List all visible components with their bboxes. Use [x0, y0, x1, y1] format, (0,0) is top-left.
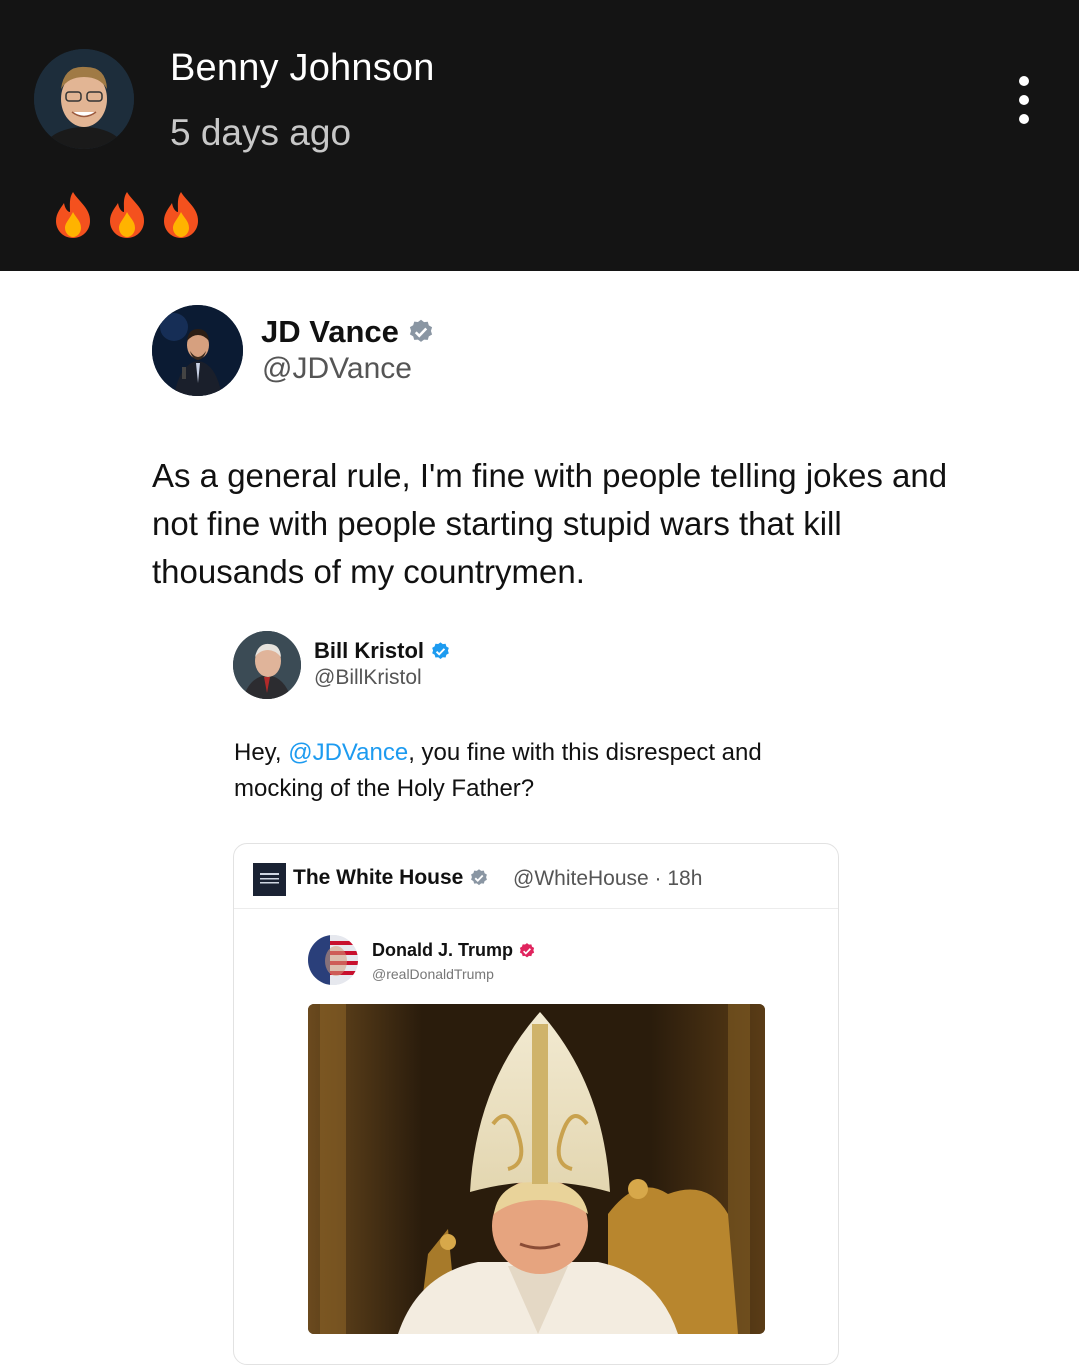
quoted-author-handle: @BillKristol: [314, 666, 422, 689]
avatar[interactable]: [34, 49, 134, 149]
donald-trump-avatar-image: [308, 935, 358, 985]
embedded-tweet-header: The White House @WhiteHouse · 18h: [234, 844, 838, 909]
tweet-author-avatar: [152, 305, 243, 396]
pope-image: [308, 1004, 765, 1334]
post-text: [48, 190, 206, 240]
inner-author-name: Donald J. Trump: [372, 940, 536, 961]
quoted-tweet-text: Hey, @JDVance, you fine with this disres…: [234, 735, 854, 807]
verified-badge-icon: [409, 319, 432, 342]
jd-vance-avatar-image: [152, 305, 243, 396]
tweet-author-name-text: JD Vance: [261, 314, 399, 349]
quoted-author-name: Bill Kristol: [314, 638, 451, 664]
mention-link: @JDVance: [288, 739, 409, 766]
benny-johnson-avatar-image: [34, 49, 134, 149]
fire-emoji-icon: [164, 192, 198, 238]
tweet-text: As a general rule, I'm fine with people …: [152, 457, 948, 590]
embedded-handle-time: @WhiteHouse · 18h: [513, 867, 703, 890]
pope-image-graphic: [308, 1004, 765, 1334]
verified-badge-icon: [471, 869, 488, 886]
post-header: Benny Johnson 5 days ago: [0, 0, 1079, 271]
embedded-author-name-text: The White House: [293, 866, 464, 889]
quoted-author-name-text: Bill Kristol: [314, 638, 425, 663]
bill-kristol-avatar-image: [233, 631, 301, 699]
inner-author-avatar: [308, 935, 358, 985]
inner-author-handle: @realDonaldTrump: [372, 966, 494, 982]
post-author-name[interactable]: Benny Johnson: [170, 47, 435, 90]
white-house-logo-icon: [253, 863, 286, 896]
fire-emoji-icon: [110, 192, 144, 238]
inner-author-name-text: Donald J. Trump: [372, 940, 514, 960]
embedded-tweet-card: The White House @WhiteHouse · 18h Donald…: [233, 843, 839, 1365]
quoted-text-start: Hey,: [234, 739, 289, 766]
post-timestamp: 5 days ago: [170, 112, 352, 153]
tweet-author-name: JD Vance: [261, 314, 435, 350]
verified-badge-icon: [519, 942, 535, 957]
quoted-author-avatar: [233, 631, 301, 699]
verified-badge-icon: [432, 641, 449, 659]
tweet-author-handle: @JDVance: [262, 352, 412, 385]
embedded-author-name: The White House: [293, 866, 489, 890]
fire-emoji-icon: [56, 192, 90, 238]
more-options-icon[interactable]: [1008, 76, 1042, 124]
